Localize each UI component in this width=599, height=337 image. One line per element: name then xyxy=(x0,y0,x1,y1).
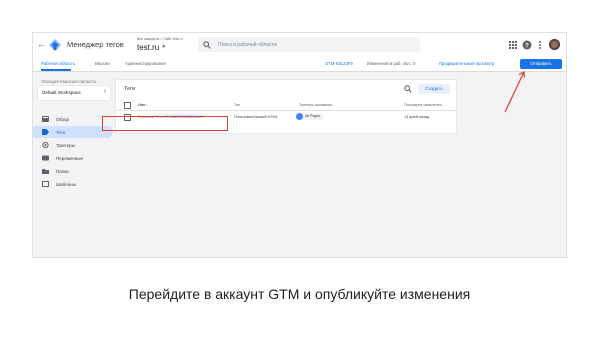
slide: ← Менеджер тегов Все аккаунты > Сайт tes… xyxy=(0,0,599,337)
caption: Перейдите в аккаунт GTM и опубликуйте из… xyxy=(128,286,471,302)
